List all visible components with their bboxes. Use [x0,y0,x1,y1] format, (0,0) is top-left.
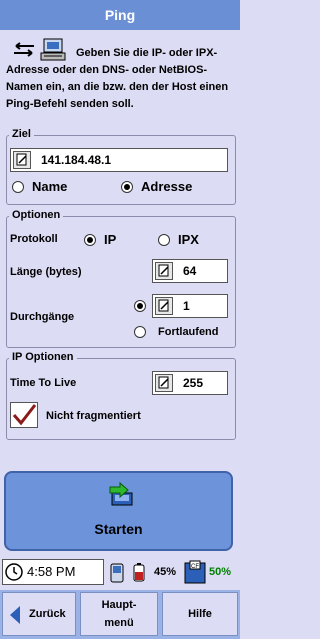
ttl-input[interactable]: 255 [152,371,228,395]
edit-icon[interactable] [155,297,173,315]
radio-name-label: Name [32,179,68,194]
battery-text: 45% [154,566,177,578]
optionen-legend: Optionen [9,209,64,221]
address-input[interactable]: 141.184.48.1 [10,148,228,172]
edit-icon[interactable] [13,151,31,169]
back-label: Zurück [29,608,66,620]
time-text: 4:58 PM [27,564,76,579]
durchgaenge-value: 1 [183,299,190,313]
battery-icon [133,563,145,582]
durchgaenge-label: Durchgänge [10,311,75,323]
svg-text:CF: CF [191,564,199,570]
laenge-input[interactable]: 64 [152,259,228,283]
clock-box: 4:58 PM [2,559,104,585]
radio-fortlaufend[interactable] [134,326,146,338]
run-icon [106,479,134,507]
title-bar: Ping [0,0,240,30]
protokoll-label: Protokoll [10,233,58,245]
radio-ip[interactable] [84,234,96,246]
radio-ip-label: IP [104,232,117,247]
laenge-label: Länge (bytes) [10,266,82,278]
bottom-bar: Zurück Haupt- menü Hilfe [0,590,240,639]
handheld-icon [110,563,124,583]
start-button-label: Starten [94,521,143,537]
start-button[interactable]: Starten [4,471,233,551]
main-menu-label-line2: menü [104,617,134,629]
radio-name[interactable] [12,181,24,193]
durchgaenge-input[interactable]: 1 [152,294,228,318]
nicht-fragmentiert-checkbox[interactable] [10,402,38,428]
edit-icon[interactable] [155,374,173,392]
page-title: Ping [104,7,136,23]
edit-icon[interactable] [155,262,173,280]
clock-icon [5,563,23,581]
radio-ipx[interactable] [158,234,170,246]
cf-card-icon: CF [184,560,206,584]
back-button[interactable]: Zurück [2,592,76,636]
main-menu-label-line1: Haupt- [101,599,137,611]
fortlaufend-label: Fortlaufend [158,326,219,338]
address-value: 141.184.48.1 [41,153,112,167]
radio-adresse[interactable] [121,181,133,193]
back-arrow-icon [10,606,20,624]
laenge-value: 64 [183,264,197,278]
help-label: Hilfe [188,608,212,620]
ttl-value: 255 [183,376,204,390]
ziel-legend: Ziel [9,128,34,140]
checkmark-icon [12,404,37,426]
radio-durchgaenge-count[interactable] [134,300,146,312]
ttl-label: Time To Live [10,377,77,389]
intro-text: Geben Sie die IP- oder IPX-Adresse oder … [6,47,229,110]
main-menu-button[interactable]: Haupt- menü [80,592,158,636]
radio-adresse-label: Adresse [141,179,193,194]
storage-text: 50% [209,566,232,578]
status-bar: 4:58 PM 45% CF 50% [0,557,240,589]
radio-ipx-label: IPX [178,232,199,247]
nicht-fragmentiert-label: Nicht fragmentiert [46,410,141,422]
help-button[interactable]: Hilfe [162,592,238,636]
ip-optionen-legend: IP Optionen [9,351,77,363]
